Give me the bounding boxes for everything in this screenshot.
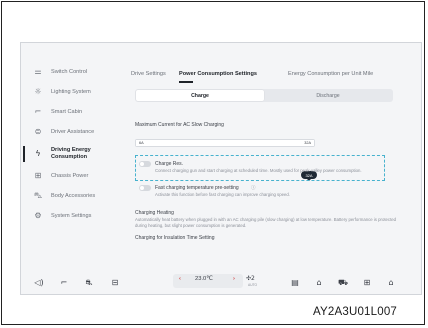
tab-energy-per-mile[interactable]: Energy Consumption per Unit Mile [288, 71, 373, 77]
max-current-title: Maximum Current for AC Slow Charging [135, 122, 224, 128]
slider-max-label: 32A [304, 141, 311, 145]
charge-segment-button[interactable]: Charge [136, 90, 264, 101]
active-indicator [23, 146, 25, 162]
driver-assistance-icon: ⊜ [34, 127, 42, 136]
toggle-knob [140, 162, 144, 166]
temperature-value: 23.0℃ [195, 276, 213, 282]
home-icon[interactable]: ⌂ [385, 278, 397, 288]
chassis-icon: ⊞ [34, 171, 42, 180]
max-current-slider[interactable]: 6A 32A [135, 139, 315, 147]
tab-power-consumption[interactable]: Power Consumption Settings [179, 71, 257, 77]
toggle-knob [140, 186, 144, 190]
temp-decrease-button[interactable]: ‹ [179, 276, 181, 282]
tab-drive-settings[interactable]: Drive Settings [131, 71, 166, 77]
energy-icon: ϟ [35, 149, 41, 158]
volume-icon[interactable]: ◁) [33, 278, 45, 288]
main-panel: Drive Settings Power Consumption Setting… [131, 43, 421, 261]
sidebar-item-switch-control[interactable]: ⚌ Switch Control [21, 61, 117, 83]
bottom-control-bar: ◁) ⌐ ⛐ ⊟ ‹ 23.0℃ › ✣2 AUTO ▤ ⌂ ⛟ ⊞ ⌂ [21, 261, 421, 294]
sidebar-item-smart-cabin[interactable]: ⌐ Smart Cabin [21, 101, 117, 123]
light-icon: ☼ [34, 87, 42, 96]
discharge-segment-button[interactable]: Discharge [264, 90, 392, 101]
sidebar-item-label: Smart Cabin [51, 108, 83, 115]
fan-speed-value: 2 [251, 275, 255, 282]
info-icon[interactable]: ⓘ [251, 185, 256, 191]
vehicle-settings-icon[interactable]: ⛟ [337, 278, 349, 288]
charge-res-title: Charge Res. [155, 161, 184, 167]
charging-heating-title: Charging Heating [135, 210, 174, 216]
car-icon[interactable]: ⛐ [83, 278, 95, 288]
seat-icon[interactable]: ⌐ [58, 278, 70, 288]
media-icon[interactable]: ▤ [289, 278, 301, 288]
sidebar-item-label: Driver Assistance [51, 128, 95, 135]
sidebar-item-label: Body Accessories [51, 192, 96, 199]
lock-icon[interactable]: ⌂ [313, 278, 325, 288]
sidebar-item-system-settings[interactable]: ⚙ System Settings [21, 205, 117, 227]
sidebar: ⚌ Switch Control ☼ Lighting System ⌐ Sma… [21, 43, 117, 261]
fan-speed-button[interactable]: ✣2 [246, 275, 255, 282]
fan-mode-label: AUTO [248, 283, 258, 287]
active-tab-underline [179, 81, 193, 83]
temperature-control: ‹ 23.0℃ › [173, 274, 243, 288]
insulation-time-title: Charging for Insulation Time Setting [135, 235, 215, 241]
fast-preheat-description: Activate this function before fast charg… [155, 192, 290, 197]
sidebar-item-label: Chassis Power [51, 172, 89, 179]
charge-res-toggle[interactable] [139, 161, 151, 167]
sidebar-item-label: Driving Energy Consumption [51, 147, 91, 160]
temp-increase-button[interactable]: › [233, 276, 235, 282]
fast-preheat-title: Fast charging temperature pre-setting [155, 185, 239, 191]
charge-discharge-toggle: Charge Discharge [135, 89, 393, 102]
settings-icon: ⚙ [34, 211, 42, 220]
charge-res-description: Connect charging gun and start charging … [155, 168, 362, 173]
sidebar-item-driver-assistance[interactable]: ⊜ Driver Assistance [21, 121, 117, 143]
defrost-icon[interactable]: ⊟ [109, 278, 121, 288]
slider-fill [136, 140, 314, 146]
vehicle-settings-screen: ⚌ Switch Control ☼ Lighting System ⌐ Sma… [20, 42, 422, 295]
figure-frame: ⚌ Switch Control ☼ Lighting System ⌐ Sma… [1, 1, 425, 325]
charging-heating-description: Automatically heat battery when plugged … [135, 217, 397, 228]
slider-min-label: 6A [139, 141, 144, 145]
smart-cabin-icon: ⌐ [34, 107, 42, 116]
apps-grid-icon[interactable]: ⊞ [361, 278, 373, 288]
sidebar-item-chassis-power[interactable]: ⊞ Chassis Power [21, 165, 117, 187]
figure-code-caption: AY2A3U01L007 [313, 306, 398, 318]
sidebar-item-driving-energy[interactable]: ϟ Driving Energy Consumption [21, 143, 117, 165]
sidebar-item-body-accessories[interactable]: ⛍ Body Accessories [21, 185, 117, 207]
sidebar-item-label: Switch Control [51, 68, 88, 75]
switch-control-icon: ⚌ [34, 67, 42, 76]
sidebar-item-label: System Settings [51, 212, 92, 219]
fast-preheat-toggle[interactable] [139, 185, 151, 191]
car-body-icon: ⛍ [33, 191, 43, 200]
sidebar-item-label: Lighting System [51, 88, 91, 95]
sidebar-item-lighting[interactable]: ☼ Lighting System [21, 81, 117, 103]
